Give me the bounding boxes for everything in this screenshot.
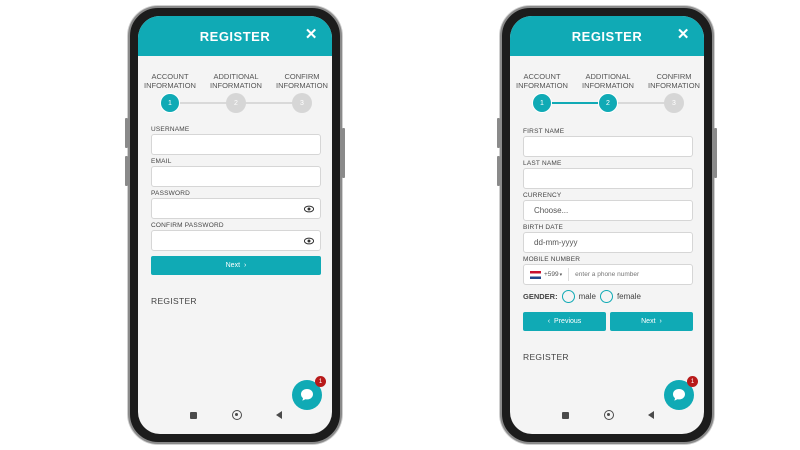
chevron-right-icon: › xyxy=(659,318,662,325)
notification-badge: 1 xyxy=(315,376,326,387)
recents-icon[interactable] xyxy=(190,412,197,419)
chat-bubble-icon xyxy=(301,389,313,401)
volume-button xyxy=(497,118,500,148)
step-label-account: ACCOUNT INFORMATION xyxy=(144,72,196,90)
step-label-additional: ADDITIONAL INFORMATION xyxy=(210,72,262,90)
header-title: REGISTER xyxy=(571,28,643,44)
gender-label: GENDER: xyxy=(523,292,558,301)
next-button[interactable]: Next › xyxy=(151,256,321,275)
power-button xyxy=(342,128,345,178)
step-dot-1: 1 xyxy=(160,93,180,113)
phone-right: REGISTER ✕ ACCOUNT INFORMATION ADDITIONAL… xyxy=(497,6,717,444)
confirm-password-input[interactable] xyxy=(151,230,321,251)
header-title: REGISTER xyxy=(199,28,271,44)
email-input[interactable] xyxy=(151,166,321,187)
notification-badge: 1 xyxy=(687,376,698,387)
birth-date-input[interactable]: dd-mm-yyyy xyxy=(523,232,693,253)
last-name-label: LAST NAME xyxy=(523,160,562,167)
currency-select[interactable]: Choose... xyxy=(523,200,693,221)
previous-label: Previous xyxy=(554,318,582,325)
step-dot-2: 2 xyxy=(226,93,246,113)
next-label: Next xyxy=(641,318,656,325)
step-label-confirm: CONFIRM INFORMATION xyxy=(276,72,328,90)
chat-button[interactable]: 1 xyxy=(292,376,326,410)
phone-left: REGISTER ✕ ACCOUNT INFORMATION ADDITIONAL… xyxy=(125,6,345,444)
stepper: ACCOUNT INFORMATION ADDITIONAL INFORMATION… xyxy=(510,56,704,113)
last-name-input[interactable] xyxy=(523,168,693,189)
phone-screen: REGISTER ✕ ACCOUNT INFORMATION ADDITIONAL… xyxy=(138,16,332,434)
home-icon[interactable] xyxy=(604,410,614,420)
chevron-down-icon: ▾ xyxy=(559,271,563,278)
chat-bubble-icon xyxy=(673,389,685,401)
close-icon[interactable]: ✕ xyxy=(677,25,690,43)
stepper: ACCOUNT INFORMATION ADDITIONAL INFORMATION… xyxy=(138,56,332,113)
step-label-account: ACCOUNT INFORMATION xyxy=(516,72,568,90)
register-header: REGISTER ✕ xyxy=(138,16,332,56)
flag-icon[interactable] xyxy=(530,270,541,279)
username-input[interactable] xyxy=(151,134,321,155)
eye-icon[interactable] xyxy=(304,236,314,246)
currency-label: CURRENCY xyxy=(523,192,562,199)
eye-icon[interactable] xyxy=(304,204,314,214)
chevron-right-icon: › xyxy=(244,262,247,269)
gender-male-label[interactable]: male xyxy=(579,292,596,301)
gender-group: GENDER: male female xyxy=(523,290,641,303)
recents-icon[interactable] xyxy=(562,412,569,419)
gender-female-label[interactable]: female xyxy=(617,292,641,301)
gender-female-radio[interactable] xyxy=(599,290,613,303)
close-icon[interactable]: ✕ xyxy=(305,25,318,43)
step-label-additional: ADDITIONAL INFORMATION xyxy=(582,72,634,90)
step-dot-2: 2 xyxy=(598,93,618,113)
first-name-label: FIRST NAME xyxy=(523,128,565,135)
gender-male-radio[interactable] xyxy=(561,290,575,303)
mobile-number-label: MOBILE NUMBER xyxy=(523,256,581,263)
username-label: USERNAME xyxy=(151,126,190,133)
password-input[interactable] xyxy=(151,198,321,219)
volume-button xyxy=(497,156,500,186)
register-text: REGISTER xyxy=(151,296,197,306)
chat-button[interactable]: 1 xyxy=(664,376,698,410)
step-label-confirm: CONFIRM INFORMATION xyxy=(648,72,700,90)
volume-button xyxy=(125,156,128,186)
email-label: EMAIL xyxy=(151,158,172,165)
next-button[interactable]: Next › xyxy=(610,312,693,331)
register-text: REGISTER xyxy=(523,352,569,362)
birth-date-label: BIRTH DATE xyxy=(523,224,564,231)
password-label: PASSWORD xyxy=(151,190,191,197)
android-nav-bar xyxy=(138,410,332,422)
step-dot-1: 1 xyxy=(532,93,552,113)
next-label: Next xyxy=(225,262,241,269)
first-name-input[interactable] xyxy=(523,136,693,157)
currency-value: Choose... xyxy=(534,206,569,215)
back-icon[interactable] xyxy=(648,411,654,419)
confirm-password-label: CONFIRM PASSWORD xyxy=(151,222,224,229)
back-icon[interactable] xyxy=(276,411,282,419)
chevron-left-icon: ‹ xyxy=(547,318,551,325)
home-icon[interactable] xyxy=(232,410,242,420)
mobile-number-input[interactable]: +599 ▾ enter a phone number xyxy=(523,264,693,285)
volume-button xyxy=(125,118,128,148)
register-header: REGISTER ✕ xyxy=(510,16,704,56)
step-dot-3: 3 xyxy=(292,93,312,113)
power-button xyxy=(714,128,717,178)
phone-placeholder: enter a phone number xyxy=(575,271,640,278)
android-nav-bar xyxy=(510,410,704,422)
previous-button[interactable]: ‹ Previous xyxy=(523,312,606,331)
country-code[interactable]: +599 xyxy=(544,271,559,278)
birth-date-placeholder: dd-mm-yyyy xyxy=(534,238,578,247)
phone-screen: REGISTER ✕ ACCOUNT INFORMATION ADDITIONAL… xyxy=(510,16,704,434)
divider xyxy=(568,268,570,281)
step-dot-3: 3 xyxy=(664,93,684,113)
